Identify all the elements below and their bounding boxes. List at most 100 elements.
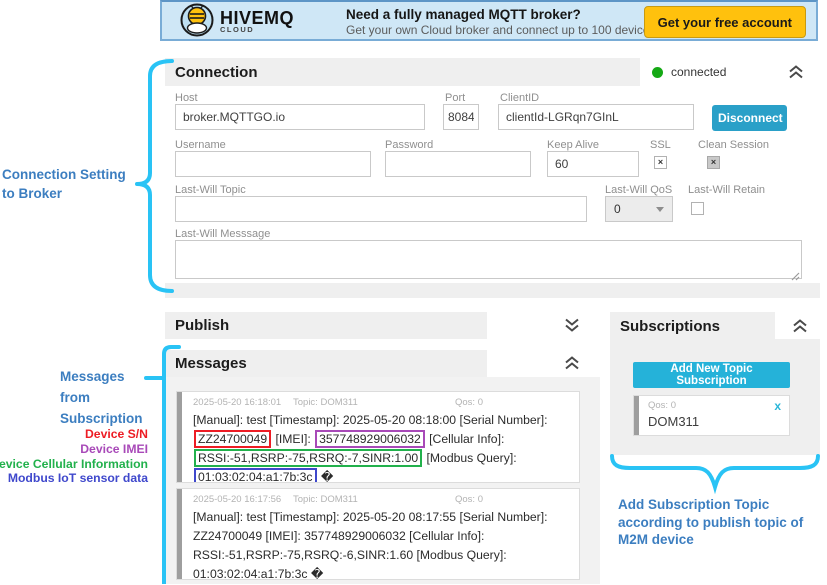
subscription-qos: Qos: 0: [648, 400, 676, 411]
annotation-messages-note: Messages from Subscription: [60, 366, 143, 429]
message-payload: [Manual]: test [Timestamp]: 2025-05-20 0…: [193, 508, 579, 580]
messages-title: Messages: [175, 355, 247, 372]
publish-section-header: Publish: [165, 312, 487, 339]
payload-text: [Manual]: test [Timestamp]: 2025-05-20 0…: [193, 510, 548, 524]
legend-item: Modbus IoT sensor data: [8, 471, 148, 486]
message-payload-line: [Manual]: test [Timestamp]: 2025-05-20 0…: [193, 411, 579, 430]
lastwill-qos-select[interactable]: 0: [605, 196, 673, 222]
message-timestamp: 2025-05-20 16:18:01: [193, 397, 281, 408]
lastwill-topic-label: Last-Will Topic: [175, 184, 246, 196]
message-qos: Qos: 0: [455, 397, 483, 408]
payload-text: [Modbus Query]:: [423, 451, 516, 465]
payload-text: [Cellular Info]:: [426, 432, 505, 446]
lastwill-message-textarea[interactable]: [175, 240, 802, 279]
subscription-topic: DOM311: [648, 414, 699, 429]
lastwill-message-label: Last-Will Messsage: [175, 228, 270, 240]
hivemq-logo[interactable]: HIVEMQ CLOUD: [180, 5, 340, 39]
highlight-box-red: ZZ24700049: [194, 430, 271, 448]
messages-panel: 2025-05-20 16:18:01 Topic: DOM311 Qos: 0 [M…: [165, 377, 600, 584]
connection-status-label: connected: [671, 65, 726, 79]
message-payload-line: ZZ24700049 [IMEI]: 357748929006032 [Cell…: [193, 527, 579, 546]
banner-headline: Need a fully managed MQTT broker?: [346, 7, 581, 22]
port-label: Port: [445, 92, 465, 104]
clean-session-checkbox: ×: [707, 156, 720, 169]
username-label: Username: [175, 139, 226, 151]
disconnect-button[interactable]: Disconnect: [712, 105, 787, 131]
annotation-subscription-note: Add Subscription Topic according to publ…: [618, 496, 803, 549]
payload-text: [Manual]: test [Timestamp]: 2025-05-20 0…: [193, 413, 548, 427]
keepalive-label: Keep Alive: [547, 139, 599, 151]
legend-item: Device S/N: [85, 427, 148, 442]
host-label: Host: [175, 92, 198, 104]
clientid-label: ClientID: [500, 92, 539, 104]
subscriptions-title: Subscriptions: [620, 318, 720, 335]
message-meta: 2025-05-20 16:17:56 Topic: DOM311 Qos: 0: [177, 494, 579, 507]
messages-section-header: Messages: [165, 350, 487, 377]
message-timestamp: 2025-05-20 16:17:56: [193, 494, 281, 505]
payload-text: RSSI:-51,RSRP:-75,RSRQ:-6,SINR:1.60 [Mod…: [193, 548, 507, 562]
ssl-checkbox[interactable]: ×: [654, 156, 667, 169]
message-payload: [Manual]: test [Timestamp]: 2025-05-20 0…: [193, 411, 579, 483]
lastwill-topic-input[interactable]: [175, 196, 587, 222]
get-free-account-button[interactable]: Get your free account: [644, 6, 806, 38]
add-subscription-button[interactable]: Add New Topic Subscription: [633, 362, 790, 388]
payload-text: [IMEI]:: [272, 432, 314, 446]
password-input[interactable]: [385, 151, 531, 177]
lastwill-retain-label: Last-Will Retain: [688, 184, 765, 196]
highlight-box-green: RSSI:-51,RSRP:-75,RSRQ:-7,SINR:1.00: [194, 449, 422, 467]
subscriptions-collapse-icon[interactable]: [790, 318, 810, 334]
payload-text: 01:03:02:04:a1:7b:3c �: [193, 567, 323, 580]
highlight-box-purple: 357748929006032: [315, 430, 425, 448]
clientid-input[interactable]: [498, 104, 694, 130]
payload-text: �: [318, 470, 334, 483]
dropdown-caret-icon: [656, 207, 664, 212]
legend-item: Device Cellular Information: [0, 457, 148, 472]
connection-section-header: Connection: [165, 58, 640, 86]
subscriptions-panel: Add New Topic Subscription Qos: 0 x DOM311: [610, 339, 820, 455]
subscriptions-section-header: Subscriptions: [610, 312, 775, 340]
subscription-accent-bar: [634, 396, 639, 435]
message-payload-line: 01:03:02:04:a1:7b:3c �: [193, 468, 579, 483]
host-input[interactable]: [175, 104, 425, 130]
password-label: Password: [385, 139, 433, 151]
subscription-card: Qos: 0 x DOM311: [633, 395, 790, 436]
connected-status-dot-icon: [652, 67, 663, 78]
message-payload-line: RSSI:-51,RSRP:-75,RSRQ:-6,SINR:1.60 [Mod…: [193, 546, 579, 565]
message-payload-line: RSSI:-51,RSRP:-75,RSRQ:-7,SINR:1.00 [Mod…: [193, 449, 579, 468]
message-card: 2025-05-20 16:18:01 Topic: DOM311 Qos: 0 [M…: [176, 391, 580, 483]
connection-collapse-icon[interactable]: [786, 64, 806, 80]
messages-list: 2025-05-20 16:18:01 Topic: DOM311 Qos: 0 [M…: [176, 391, 580, 585]
port-input[interactable]: [443, 104, 479, 130]
hivemq-ad-banner[interactable]: HIVEMQ CLOUD Need a fully managed MQTT b…: [160, 0, 818, 41]
subscription-close-button[interactable]: x: [774, 399, 781, 413]
message-meta: 2025-05-20 16:18:01 Topic: DOM311 Qos: 0: [177, 397, 579, 410]
publish-expand-icon[interactable]: [562, 317, 582, 333]
resize-grip-icon[interactable]: [791, 268, 800, 277]
connection-section-footer: [165, 283, 820, 298]
subscriptions-underbrace: [612, 456, 818, 487]
message-card: 2025-05-20 16:17:56 Topic: DOM311 Qos: 0 [M…: [176, 488, 580, 580]
payload-text: ZZ24700049 [IMEI]: 357748929006032 [Cell…: [193, 529, 484, 543]
message-payload-line: 01:03:02:04:a1:7b:3c �: [193, 565, 579, 580]
publish-title: Publish: [175, 317, 229, 334]
username-input[interactable]: [175, 151, 371, 177]
legend-item: Device IMEI: [80, 442, 148, 457]
annotation-connection-note: Connection Setting to Broker: [2, 165, 126, 203]
legend: Device S/NDevice IMEIDevice Cellular Inf…: [0, 427, 148, 486]
ssl-label: SSL: [650, 139, 671, 151]
message-topic: Topic: DOM311: [293, 397, 358, 408]
brand-name: HIVEMQ: [220, 10, 294, 26]
clean-session-label: Clean Session: [698, 139, 769, 151]
highlight-box-blue: 01:03:02:04:a1:7b:3c: [194, 468, 317, 483]
message-payload-line: ZZ24700049 [IMEI]: 357748929006032 [Cell…: [193, 430, 579, 449]
message-qos: Qos: 0: [455, 494, 483, 505]
messages-collapse-icon[interactable]: [562, 355, 582, 371]
keepalive-input[interactable]: [547, 151, 639, 177]
message-payload-line: [Manual]: test [Timestamp]: 2025-05-20 0…: [193, 508, 579, 527]
connection-brace: [137, 61, 172, 291]
subscription-list: Qos: 0 x DOM311: [633, 395, 790, 436]
connection-title: Connection: [175, 64, 258, 81]
hivemq-bee-icon: [180, 3, 214, 42]
message-topic: Topic: DOM311: [293, 494, 358, 505]
lastwill-retain-checkbox[interactable]: [691, 202, 704, 215]
